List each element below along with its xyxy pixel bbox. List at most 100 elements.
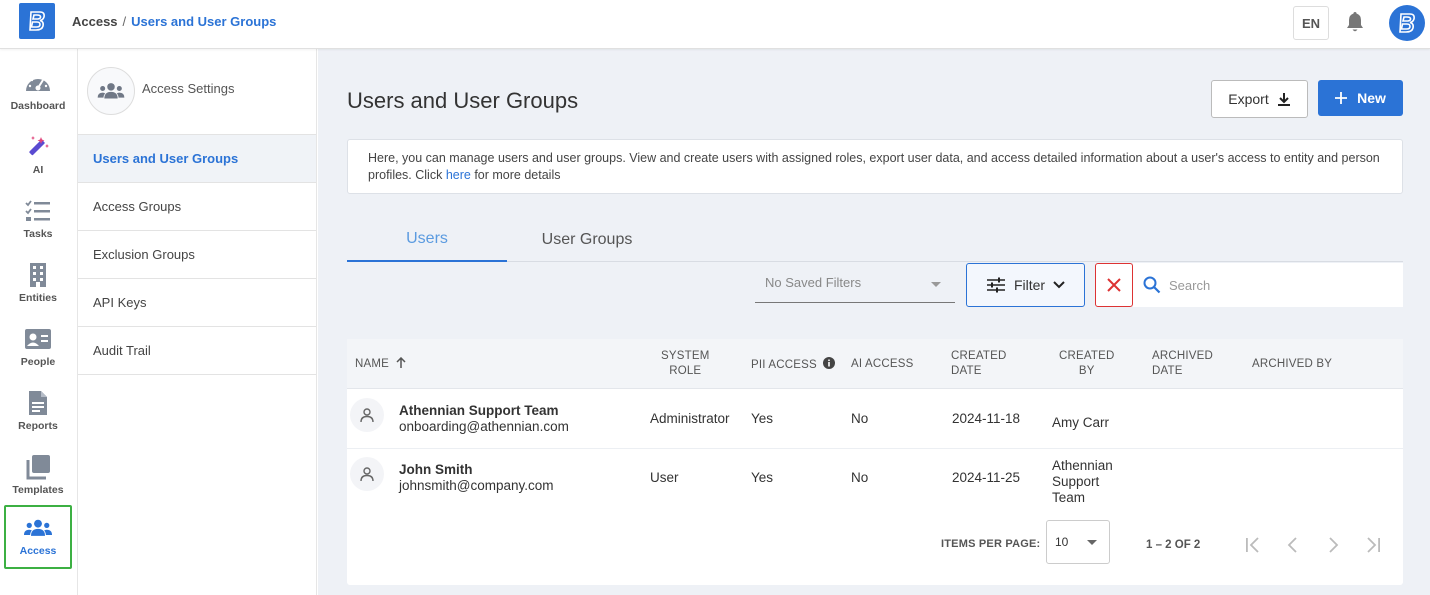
nav-label-access: Access bbox=[19, 545, 57, 557]
header-name[interactable]: NAME bbox=[355, 356, 406, 372]
settings-item-api-keys[interactable]: API Keys bbox=[78, 279, 316, 327]
header-created-date-line2: DATE bbox=[951, 365, 982, 377]
user-name[interactable]: John Smith bbox=[399, 462, 473, 477]
cell-created-by: Amy Carr bbox=[1052, 415, 1109, 430]
table-row[interactable]: Athennian Support Team onboarding@athenn… bbox=[347, 390, 1403, 449]
last-page-icon[interactable] bbox=[1362, 534, 1384, 556]
cell-created-by: Athennian Support Team bbox=[1052, 458, 1113, 506]
cell-created-by-line2: Support bbox=[1052, 474, 1100, 489]
first-page-icon[interactable] bbox=[1242, 534, 1264, 556]
user-avatar[interactable] bbox=[1389, 5, 1425, 41]
items-per-page-value: 10 bbox=[1055, 535, 1069, 549]
export-label: Export bbox=[1228, 91, 1269, 107]
header-pii-access[interactable]: PII ACCESS bbox=[751, 357, 836, 373]
nav-label-people: People bbox=[20, 356, 56, 368]
users-table: NAME SYSTEM ROLE PII ACCESS AI ACCESS CR… bbox=[347, 339, 1403, 585]
info-icon[interactable] bbox=[823, 357, 836, 369]
header-ai-access[interactable]: AI ACCESS bbox=[851, 357, 914, 372]
sort-arrow-up-icon bbox=[396, 356, 406, 368]
header-archived-date-line1: ARCHIVED bbox=[1152, 350, 1214, 362]
cell-pii-access: Yes bbox=[751, 411, 774, 426]
users-group-icon bbox=[87, 67, 135, 115]
settings-item-users-and-groups[interactable]: Users and User Groups bbox=[78, 135, 316, 183]
new-button[interactable]: New bbox=[1318, 80, 1403, 116]
items-per-page-label: ITEMS PER PAGE: bbox=[941, 538, 1041, 550]
header-archived-date[interactable]: ARCHIVED DATE bbox=[1152, 349, 1213, 379]
user-name[interactable]: Athennian Support Team bbox=[399, 403, 559, 418]
saved-filters-select[interactable]: No Saved Filters bbox=[755, 267, 955, 303]
previous-page-icon[interactable] bbox=[1282, 534, 1304, 556]
info-link[interactable]: here bbox=[446, 168, 471, 182]
chevron-down-icon bbox=[1053, 281, 1065, 289]
nav-label-reports: Reports bbox=[18, 420, 58, 432]
breadcrumb-current: Users and User Groups bbox=[131, 14, 277, 29]
export-button[interactable]: Export bbox=[1211, 80, 1308, 118]
left-navigation: Dashboard AI Tasks Entities People Repor… bbox=[0, 49, 77, 595]
breadcrumb-root[interactable]: Access bbox=[72, 14, 118, 29]
user-email: johnsmith@company.com bbox=[399, 478, 554, 493]
header-system-role-line2: ROLE bbox=[669, 365, 702, 377]
next-page-icon[interactable] bbox=[1322, 534, 1344, 556]
header-archived-date-line2: DATE bbox=[1152, 365, 1183, 377]
magic-wand-icon bbox=[24, 134, 52, 160]
cell-created-by-line1: Athennian bbox=[1052, 458, 1113, 473]
nav-item-people[interactable]: People bbox=[4, 318, 72, 382]
download-icon bbox=[1277, 93, 1290, 106]
nav-label-entities: Entities bbox=[19, 292, 57, 304]
items-per-page-select[interactable]: 10 bbox=[1046, 520, 1110, 564]
header-created-by[interactable]: CREATED BY bbox=[1059, 349, 1115, 379]
header-created-date[interactable]: CREATED DATE bbox=[951, 349, 1007, 379]
user-avatar-icon bbox=[350, 398, 384, 432]
caret-down-icon bbox=[1087, 540, 1097, 545]
plus-icon bbox=[1335, 92, 1348, 104]
nav-label-tasks: Tasks bbox=[23, 228, 53, 240]
nav-item-tasks[interactable]: Tasks bbox=[4, 190, 72, 254]
avatar-logo-icon bbox=[1399, 13, 1415, 33]
sliders-icon bbox=[986, 277, 1005, 293]
nav-label-dashboard: Dashboard bbox=[10, 100, 66, 112]
settings-title: Access Settings bbox=[142, 81, 235, 96]
nav-item-access[interactable]: Access bbox=[4, 505, 72, 569]
nav-item-entities[interactable]: Entities bbox=[4, 254, 72, 318]
header-system-role-line1: SYSTEM bbox=[661, 350, 710, 362]
close-icon bbox=[1107, 278, 1121, 292]
header-system-role[interactable]: SYSTEM ROLE bbox=[661, 349, 710, 379]
search-icon bbox=[1143, 276, 1161, 294]
nav-item-reports[interactable]: Reports bbox=[4, 382, 72, 446]
page-title: Users and User Groups bbox=[347, 88, 579, 113]
table-row[interactable]: John Smith johnsmith@company.com User Ye… bbox=[347, 449, 1403, 508]
settings-item-audit-trail[interactable]: Audit Trail bbox=[78, 327, 316, 375]
header-archived-by[interactable]: ARCHIVED BY bbox=[1252, 357, 1332, 372]
logo-icon bbox=[29, 11, 45, 31]
pagination-range: 1 – 2 OF 2 bbox=[1146, 539, 1201, 551]
pagination: ITEMS PER PAGE: 10 1 – 2 OF 2 bbox=[347, 509, 1403, 569]
nav-label-ai: AI bbox=[32, 164, 44, 176]
filter-button[interactable]: Filter bbox=[966, 263, 1085, 307]
app-logo[interactable] bbox=[19, 3, 55, 39]
tab-user-groups[interactable]: User Groups bbox=[507, 217, 667, 262]
nav-item-ai[interactable]: AI bbox=[4, 126, 72, 190]
top-bar: Access / Users and User Groups EN bbox=[0, 0, 1430, 49]
search-input[interactable]: Search bbox=[1169, 278, 1210, 293]
settings-item-access-groups[interactable]: Access Groups bbox=[78, 183, 316, 231]
search-box[interactable]: Search bbox=[1133, 263, 1403, 307]
language-button[interactable]: EN bbox=[1293, 6, 1329, 40]
nav-label-templates: Templates bbox=[12, 484, 64, 496]
table-header: NAME SYSTEM ROLE PII ACCESS AI ACCESS CR… bbox=[347, 339, 1403, 389]
copy-icon bbox=[24, 454, 52, 480]
main-content: Users and User Groups Export New Here, y… bbox=[318, 49, 1430, 595]
notifications-bell-icon[interactable] bbox=[1344, 10, 1366, 34]
cell-created-date: 2024-11-18 bbox=[952, 411, 1021, 426]
nav-item-templates[interactable]: Templates bbox=[4, 446, 72, 510]
cell-pii-access: Yes bbox=[751, 470, 774, 485]
filter-label: Filter bbox=[1013, 277, 1046, 293]
settings-item-exclusion-groups[interactable]: Exclusion Groups bbox=[78, 231, 316, 279]
clear-filters-button[interactable] bbox=[1095, 263, 1133, 307]
tab-users[interactable]: Users bbox=[347, 217, 507, 262]
tab-bar: Users User Groups bbox=[347, 217, 1403, 262]
caret-down-icon bbox=[931, 282, 941, 287]
access-settings-panel: Access Settings Users and User Groups Ac… bbox=[77, 49, 317, 595]
header-name-label: NAME bbox=[355, 358, 390, 370]
nav-item-dashboard[interactable]: Dashboard bbox=[4, 62, 72, 126]
breadcrumb: Access / Users and User Groups bbox=[72, 14, 276, 29]
